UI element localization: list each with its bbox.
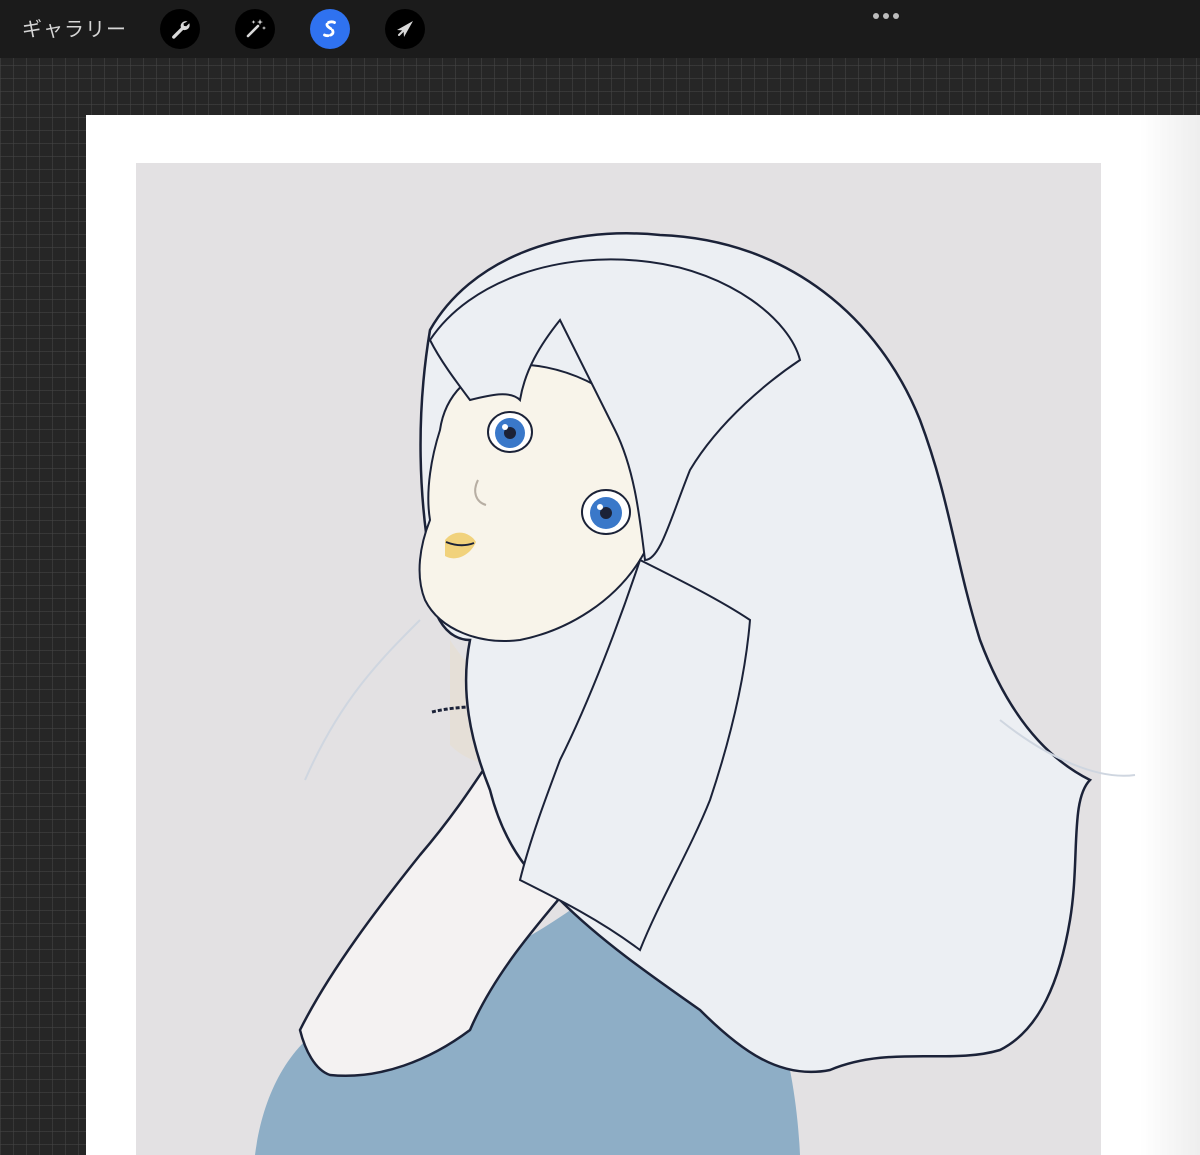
more-options-button[interactable] [866,6,906,26]
top-toolbar: ギャラリー [0,0,1200,58]
adjustments-button[interactable] [235,9,275,49]
more-dots-icon [873,13,879,19]
wrench-icon [172,21,190,39]
selection-s-icon [323,20,336,38]
artwork-illustration [136,163,1136,1155]
magic-wand-icon [246,19,266,38]
right-eye [581,489,631,535]
arrow-cursor-icon [397,21,413,37]
left-eye [487,411,533,453]
transform-button[interactable] [385,9,425,49]
selection-button[interactable] [310,9,350,49]
actions-button[interactable] [160,9,200,49]
canvas-page[interactable] [86,115,1200,1155]
gallery-button[interactable]: ギャラリー [22,14,127,44]
